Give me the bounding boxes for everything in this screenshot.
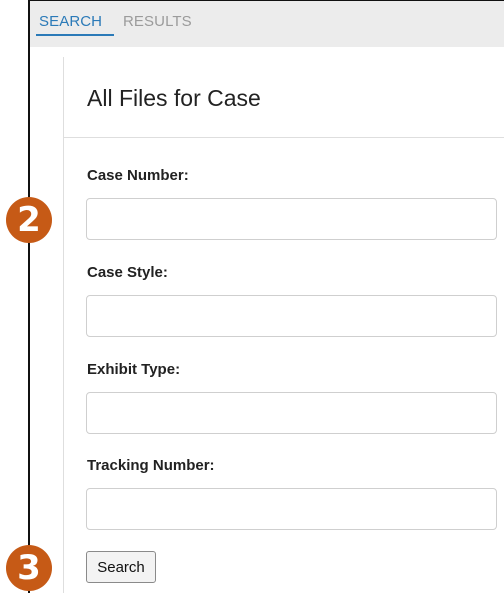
step-3-badge: 3 [6,545,52,591]
active-tab-indicator [36,34,114,36]
case-number-label: Case Number: [87,167,189,184]
case-style-label: Case Style: [87,264,168,281]
exhibit-type-label: Exhibit Type: [87,361,181,378]
tracking-number-label: Tracking Number: [87,457,215,474]
search-button[interactable]: Search [86,551,156,583]
tab-results[interactable]: RESULTS [123,13,192,30]
tracking-number-input[interactable] [86,488,497,530]
case-number-input[interactable] [86,198,497,240]
exhibit-type-input[interactable] [86,392,497,434]
app-window: SEARCH RESULTS All Files for Case Case N… [0,0,504,593]
case-style-input[interactable] [86,295,497,337]
tab-bar: SEARCH RESULTS [30,1,504,47]
title-divider [64,137,504,138]
step-2-badge: 2 [6,197,52,243]
tab-search[interactable]: SEARCH [39,13,102,30]
window-left-border [28,0,30,593]
page-title: All Files for Case [87,85,261,111]
